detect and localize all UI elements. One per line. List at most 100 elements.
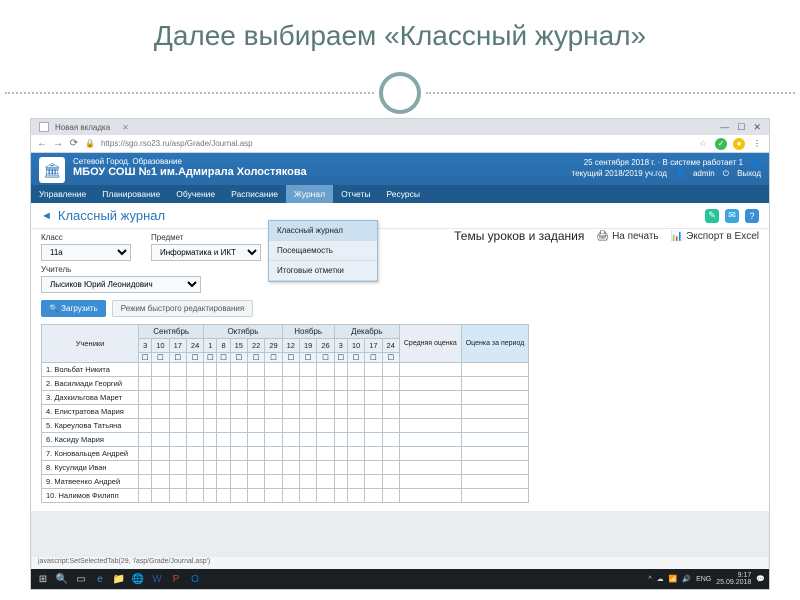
grade-cell[interactable] [186,419,203,433]
grade-cell[interactable] [382,419,399,433]
notifications-icon[interactable]: 💬 [756,575,765,583]
grade-cell[interactable] [334,433,347,447]
grade-cell[interactable] [230,433,247,447]
word-icon[interactable]: W [149,571,165,587]
period-mark-cell[interactable] [461,489,529,503]
grade-cell[interactable] [334,391,347,405]
nav-reload-icon[interactable]: ⟳ [69,138,79,149]
grade-cell[interactable] [347,391,364,405]
grade-cell[interactable] [334,363,347,377]
window-minimize-icon[interactable]: — [720,122,729,133]
tray-network-icon[interactable]: 📶 [669,575,678,583]
grade-cell[interactable] [365,461,382,475]
grade-cell[interactable] [139,461,152,475]
grade-cell[interactable] [139,363,152,377]
grade-cell[interactable] [169,433,186,447]
dropdown-item-0[interactable]: Классный журнал [269,221,377,241]
grade-cell[interactable] [382,461,399,475]
grade-cell[interactable] [299,391,316,405]
url-text[interactable]: https://sgo.rso23.ru/asp/Grade/Journal.a… [101,139,253,148]
grade-cell[interactable] [347,447,364,461]
grade-cell[interactable] [247,363,264,377]
grade-cell[interactable] [282,447,299,461]
grade-cell[interactable] [169,419,186,433]
grade-cell[interactable] [282,475,299,489]
grade-cell[interactable] [365,363,382,377]
grade-cell[interactable] [169,461,186,475]
grade-cell[interactable] [217,363,230,377]
nav-forward-icon[interactable]: → [53,138,63,149]
grade-cell[interactable] [299,447,316,461]
grade-cell[interactable] [334,405,347,419]
outlook-icon[interactable]: O [187,571,203,587]
grade-cell[interactable] [217,391,230,405]
grade-cell[interactable] [247,377,264,391]
grade-cell[interactable] [299,489,316,503]
grade-cell[interactable] [230,489,247,503]
grade-cell[interactable] [317,489,334,503]
grade-cell[interactable] [334,419,347,433]
tray-lang[interactable]: ENG [696,576,711,583]
grade-cell[interactable] [230,447,247,461]
period-mark-cell[interactable] [461,363,529,377]
grade-cell[interactable] [282,391,299,405]
period-mark-cell[interactable] [461,447,529,461]
grade-cell[interactable] [204,363,217,377]
grade-cell[interactable] [382,405,399,419]
menu-item-2[interactable]: Обучение [168,185,223,203]
chrome-icon[interactable]: 🌐 [130,571,146,587]
teacher-select[interactable]: Лысиков Юрий Леонидович [41,276,201,293]
grade-cell[interactable] [317,475,334,489]
task-view-icon[interactable]: ▭ [73,571,89,587]
grade-cell[interactable] [204,419,217,433]
grade-cell[interactable] [204,405,217,419]
grade-cell[interactable] [382,391,399,405]
grade-cell[interactable] [265,363,282,377]
grade-cell[interactable] [247,489,264,503]
extension-icon-1[interactable]: ✓ [715,138,727,150]
tool-icon-2[interactable]: ✉ [725,209,739,223]
grade-cell[interactable] [169,377,186,391]
grade-cell[interactable] [217,447,230,461]
grade-cell[interactable] [282,377,299,391]
grade-cell[interactable] [382,377,399,391]
grade-cell[interactable] [299,419,316,433]
tray-chevron-icon[interactable]: ^ [648,576,651,583]
grade-cell[interactable] [186,391,203,405]
grade-cell[interactable] [334,447,347,461]
grade-cell[interactable] [230,377,247,391]
grade-cell[interactable] [204,391,217,405]
grade-cell[interactable] [347,461,364,475]
window-close-icon[interactable]: ✕ [753,122,761,133]
period-mark-cell[interactable] [461,475,529,489]
taskbar-clock[interactable]: 9:17 25.09.2018 [716,572,751,586]
grade-cell[interactable] [139,405,152,419]
grade-cell[interactable] [265,461,282,475]
grade-cell[interactable] [186,363,203,377]
grade-cell[interactable] [152,377,169,391]
grade-cell[interactable] [365,391,382,405]
grade-cell[interactable] [299,433,316,447]
grade-cell[interactable] [282,489,299,503]
menu-item-0[interactable]: Управление [31,185,94,203]
menu-item-1[interactable]: Планирование [94,185,168,203]
grade-cell[interactable] [247,475,264,489]
grade-cell[interactable] [139,475,152,489]
grade-cell[interactable] [265,447,282,461]
grade-cell[interactable] [317,447,334,461]
grade-cell[interactable] [169,391,186,405]
window-maximize-icon[interactable]: ☐ [737,122,745,133]
grade-cell[interactable] [317,405,334,419]
grade-cell[interactable] [169,475,186,489]
help-icon[interactable]: ? [745,209,759,223]
grade-cell[interactable] [204,489,217,503]
bookmark-star-icon[interactable]: ☆ [697,138,709,150]
grade-cell[interactable] [152,489,169,503]
grade-cell[interactable] [230,419,247,433]
search-icon[interactable]: 🔍 [54,571,70,587]
grade-cell[interactable] [217,377,230,391]
grade-cell[interactable] [139,377,152,391]
grade-cell[interactable] [382,363,399,377]
grade-cell[interactable] [265,419,282,433]
grade-cell[interactable] [265,377,282,391]
